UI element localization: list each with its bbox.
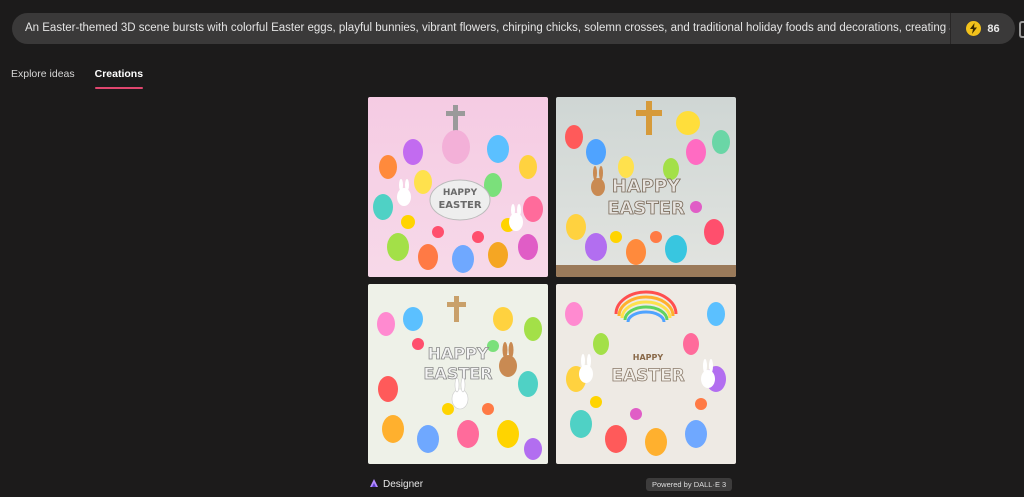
banner-line-2: EASTER [438,200,481,211]
boost-button[interactable]: 86 [951,13,1015,44]
designer-logo-icon [369,478,379,491]
prompt-input[interactable]: An Easter-themed 3D scene bursts with co… [12,13,950,44]
generated-image-3[interactable]: HAPPY EASTER [368,284,548,464]
banner-line-2: EASTER [607,198,685,219]
tabs: Explore ideas Creations [11,68,144,89]
banner-line-1: HAPPY [633,353,664,362]
banner-line-1: HAPPY [443,188,478,198]
generated-image-4[interactable]: HAPPY EASTER [556,284,736,464]
prompt-divider [950,13,951,44]
lightning-icon [966,21,982,36]
generated-image-1[interactable]: HAPPY EASTER [368,97,548,277]
powered-by-badge: Powered by DALL·E 3 [646,478,733,491]
banner-line-1: HAPPY [612,176,681,197]
banner-line-1: HAPPY [428,344,489,363]
tab-explore-ideas[interactable]: Explore ideas [11,68,75,89]
designer-label: Designer [383,479,424,490]
designer-link[interactable]: Designer [369,478,423,491]
prompt-bar[interactable]: An Easter-themed 3D scene bursts with co… [12,13,1015,44]
generated-image-2[interactable]: HAPPY EASTER [556,97,736,277]
side-panel-toggle-icon[interactable] [1019,21,1024,38]
banner-line-2: EASTER [611,366,684,386]
tab-creations[interactable]: Creations [94,68,144,89]
image-grid: HAPPY EASTER HAPPY EASTER HAPPY EASTER H… [368,97,736,464]
image-creator-page: An Easter-themed 3D scene bursts with co… [0,0,1024,497]
boost-count: 86 [987,22,1000,35]
